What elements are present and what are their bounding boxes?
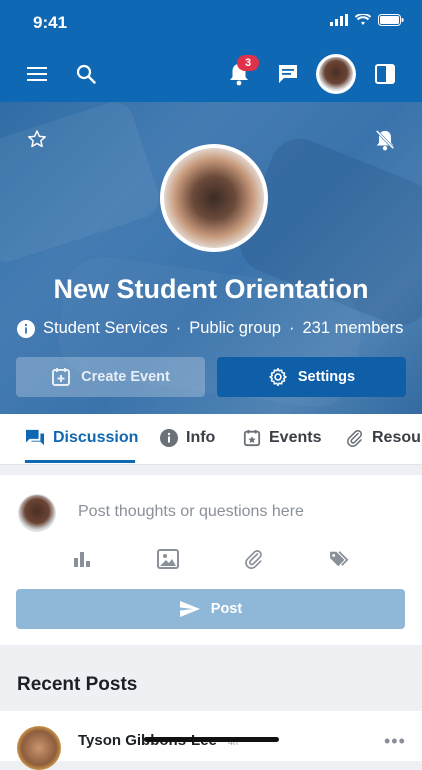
menu-icon[interactable] (26, 63, 48, 85)
battery-icon (378, 14, 404, 26)
active-tab-indicator (25, 460, 135, 463)
attachment-icon[interactable] (242, 547, 266, 571)
group-meta: Student Services · Public group · 231 me… (17, 319, 403, 338)
wifi-icon (355, 14, 371, 25)
info-icon (160, 429, 178, 447)
discussion-icon (26, 429, 44, 446)
post-card[interactable]: Tyson Gibbons-Lee 4h ••• (0, 711, 422, 770)
create-event-label: Create Event (81, 369, 170, 385)
post-composer: Post thoughts or questions here Post (0, 475, 422, 645)
tab-events[interactable]: Events (243, 414, 321, 462)
settings-label: Settings (297, 369, 356, 385)
separator: · (175, 319, 182, 337)
calendar-add-icon (52, 368, 71, 386)
section-title: Recent Posts (17, 674, 138, 695)
info-icon (17, 319, 35, 338)
search-icon[interactable] (75, 63, 97, 85)
mute-notifications-icon[interactable] (373, 128, 397, 152)
favorite-star-icon[interactable] (26, 128, 48, 150)
group-privacy: Public group (189, 319, 281, 337)
tab-label: Events (269, 429, 322, 446)
notifications-icon[interactable]: 3 (227, 55, 259, 86)
status-icons (330, 14, 404, 26)
tab-discussion[interactable]: Discussion (25, 414, 138, 462)
more-options-icon[interactable]: ••• (384, 731, 406, 752)
author-avatar[interactable] (17, 726, 61, 770)
tab-label: Info (186, 429, 216, 446)
status-time: 9:41 (33, 13, 68, 32)
tab-label: Discussion (53, 429, 139, 446)
tag-icon[interactable] (328, 547, 352, 571)
tab-info[interactable]: Info (160, 414, 215, 462)
messages-icon[interactable] (276, 62, 300, 86)
group-cover: New Student Orientation Student Services… (0, 102, 422, 414)
group-tabs: Discussion Info Events Resour (0, 414, 422, 465)
gear-icon (269, 367, 287, 387)
composer-input[interactable]: Post thoughts or questions here (78, 503, 304, 521)
tab-resources[interactable]: Resour (346, 414, 422, 462)
separator: · (288, 319, 295, 337)
post-label: Post (210, 601, 243, 617)
group-title: New Student Orientation (53, 274, 369, 304)
image-icon[interactable] (156, 547, 180, 571)
create-event-button[interactable]: Create Event (16, 357, 205, 397)
notification-badge: 3 (237, 55, 259, 71)
group-owner: Student Services (43, 319, 168, 337)
poll-icon[interactable] (70, 547, 94, 571)
composer-avatar (18, 494, 56, 532)
calendar-icon (243, 429, 261, 447)
tab-label: Resour (372, 429, 422, 446)
signal-icon (330, 14, 348, 26)
settings-button[interactable]: Settings (217, 357, 406, 397)
side-panel-icon[interactable] (374, 63, 396, 85)
post-button[interactable]: Post (16, 589, 405, 629)
app-header: 9:41 3 (0, 0, 422, 102)
home-indicator[interactable] (144, 737, 279, 742)
profile-avatar[interactable] (316, 54, 356, 94)
group-avatar (160, 144, 268, 252)
send-icon (179, 601, 200, 617)
paperclip-icon (347, 429, 362, 447)
group-members: 231 members (302, 319, 404, 337)
